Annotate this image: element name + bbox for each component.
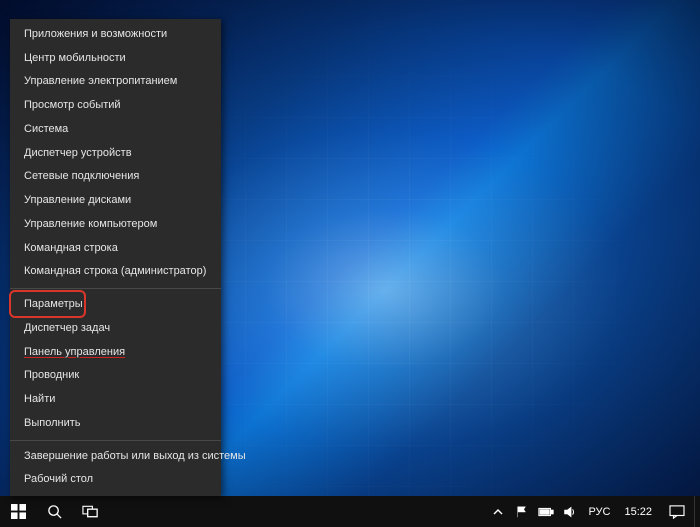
menu-item-device-manager[interactable]: Диспетчер устройств [10, 142, 221, 166]
menu-item-label: Панель управления [24, 346, 125, 358]
menu-item-label: Проводник [24, 369, 79, 381]
action-center-button[interactable] [660, 496, 694, 527]
menu-item-label: Сетевые подключения [24, 170, 139, 182]
menu-separator [10, 440, 221, 441]
language-label: РУС [588, 506, 610, 518]
menu-item-label: Завершение работы или выход из системы [24, 450, 246, 462]
winx-context-menu: Приложения и возможности Центр мобильност… [10, 19, 221, 496]
tray-overflow-button[interactable] [486, 496, 510, 527]
menu-item-run[interactable]: Выполнить [10, 412, 221, 436]
search-icon [47, 504, 62, 519]
menu-item-event-viewer[interactable]: Просмотр событий [10, 94, 221, 118]
menu-item-apps-features[interactable]: Приложения и возможности [10, 23, 221, 47]
menu-item-label: Диспетчер устройств [24, 147, 132, 159]
menu-item-mobility-center[interactable]: Центр мобильности [10, 47, 221, 71]
menu-item-label: Управление компьютером [24, 218, 157, 230]
menu-item-desktop[interactable]: Рабочий стол [10, 468, 221, 492]
menu-item-label: Параметры [24, 298, 83, 310]
menu-item-system[interactable]: Система [10, 118, 221, 142]
battery-icon [538, 507, 554, 517]
menu-item-label: Система [24, 123, 68, 135]
menu-item-label: Командная строка [24, 242, 118, 254]
menu-item-label: Просмотр событий [24, 99, 121, 111]
menu-item-label: Диспетчер задач [24, 322, 110, 334]
tray-security-icon[interactable] [510, 496, 534, 527]
menu-item-search[interactable]: Найти [10, 388, 221, 412]
menu-item-label: Найти [24, 393, 55, 405]
windows-logo-icon [11, 504, 26, 519]
menu-item-label: Приложения и возможности [24, 28, 167, 40]
menu-item-network-connections[interactable]: Сетевые подключения [10, 165, 221, 189]
clock-text: 15:22 [624, 506, 652, 518]
menu-separator [10, 288, 221, 289]
system-tray: РУС 15:22 [486, 496, 700, 527]
chevron-up-icon [493, 507, 503, 517]
notification-icon [669, 505, 685, 519]
taskbar-clock[interactable]: 15:22 [616, 496, 660, 527]
menu-item-label: Центр мобильности [24, 52, 126, 64]
tray-battery-icon[interactable] [534, 496, 558, 527]
search-button[interactable] [36, 496, 72, 527]
menu-item-label: Рабочий стол [24, 473, 93, 485]
show-desktop-button[interactable] [694, 496, 700, 527]
menu-item-command-prompt-admin[interactable]: Командная строка (администратор) [10, 260, 221, 284]
menu-item-label: Командная строка (администратор) [24, 265, 206, 277]
task-view-icon [82, 505, 99, 518]
menu-item-control-panel[interactable]: Панель управления [10, 341, 221, 365]
menu-item-computer-management[interactable]: Управление компьютером [10, 213, 221, 237]
menu-item-file-explorer[interactable]: Проводник [10, 364, 221, 388]
language-indicator[interactable]: РУС [582, 496, 616, 527]
menu-item-task-manager[interactable]: Диспетчер задач [10, 317, 221, 341]
volume-icon [563, 505, 577, 519]
tray-volume-icon[interactable] [558, 496, 582, 527]
flag-icon [515, 505, 529, 519]
start-button[interactable] [0, 496, 36, 527]
menu-item-shutdown-signout[interactable]: Завершение работы или выход из системы [10, 445, 221, 469]
task-view-button[interactable] [72, 496, 108, 527]
menu-item-label: Управление дисками [24, 194, 131, 206]
menu-item-settings[interactable]: Параметры [10, 293, 221, 317]
taskbar: РУС 15:22 [0, 496, 700, 527]
menu-item-command-prompt[interactable]: Командная строка [10, 237, 221, 261]
menu-item-disk-management[interactable]: Управление дисками [10, 189, 221, 213]
menu-item-power-options[interactable]: Управление электропитанием [10, 70, 221, 94]
menu-item-label: Выполнить [24, 417, 80, 429]
menu-item-label: Управление электропитанием [24, 75, 177, 87]
